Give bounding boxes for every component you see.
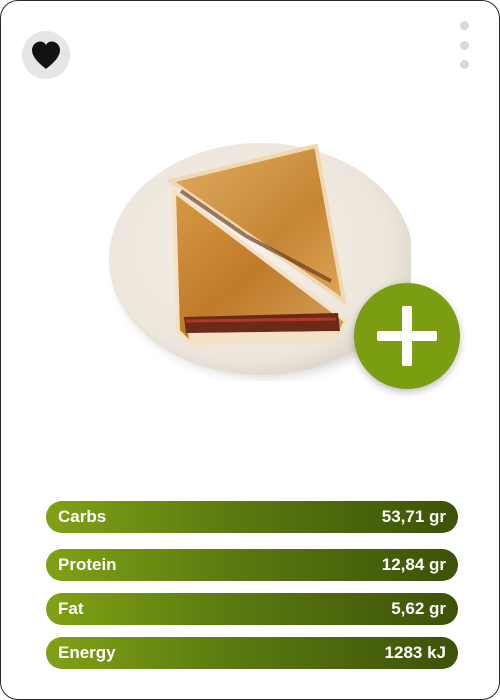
nutrient-value: 1283 kJ — [384, 643, 446, 662]
nutrient-label: Protein — [58, 555, 117, 574]
menu-dot — [459, 21, 469, 30]
food-card: Carbs 53,71 gr Protein 12,84 gr Fat 5,62… — [0, 0, 500, 700]
nutrient-label: Energy — [58, 643, 116, 662]
menu-dot — [459, 40, 469, 50]
heart-icon — [32, 41, 60, 69]
nutrient-value: 5,62 gr — [391, 599, 446, 618]
more-options-button[interactable] — [455, 21, 473, 69]
nutrient-label: Fat — [58, 599, 84, 618]
nutrient-row-carbs: Carbs 53,71 gr — [46, 501, 458, 533]
nutrient-value: 12,84 gr — [381, 555, 446, 574]
plus-icon — [377, 306, 437, 366]
nutrient-value: 53,71 gr — [381, 507, 446, 526]
nutrient-row-protein: Protein 12,84 gr — [46, 549, 458, 581]
menu-dot — [459, 60, 469, 69]
add-food-button[interactable] — [354, 283, 460, 389]
favorite-button[interactable] — [22, 31, 70, 79]
nutrient-label: Carbs — [58, 507, 107, 526]
nutrient-row-fat: Fat 5,62 gr — [46, 593, 458, 625]
nutrient-row-energy: Energy 1283 kJ — [46, 637, 458, 669]
